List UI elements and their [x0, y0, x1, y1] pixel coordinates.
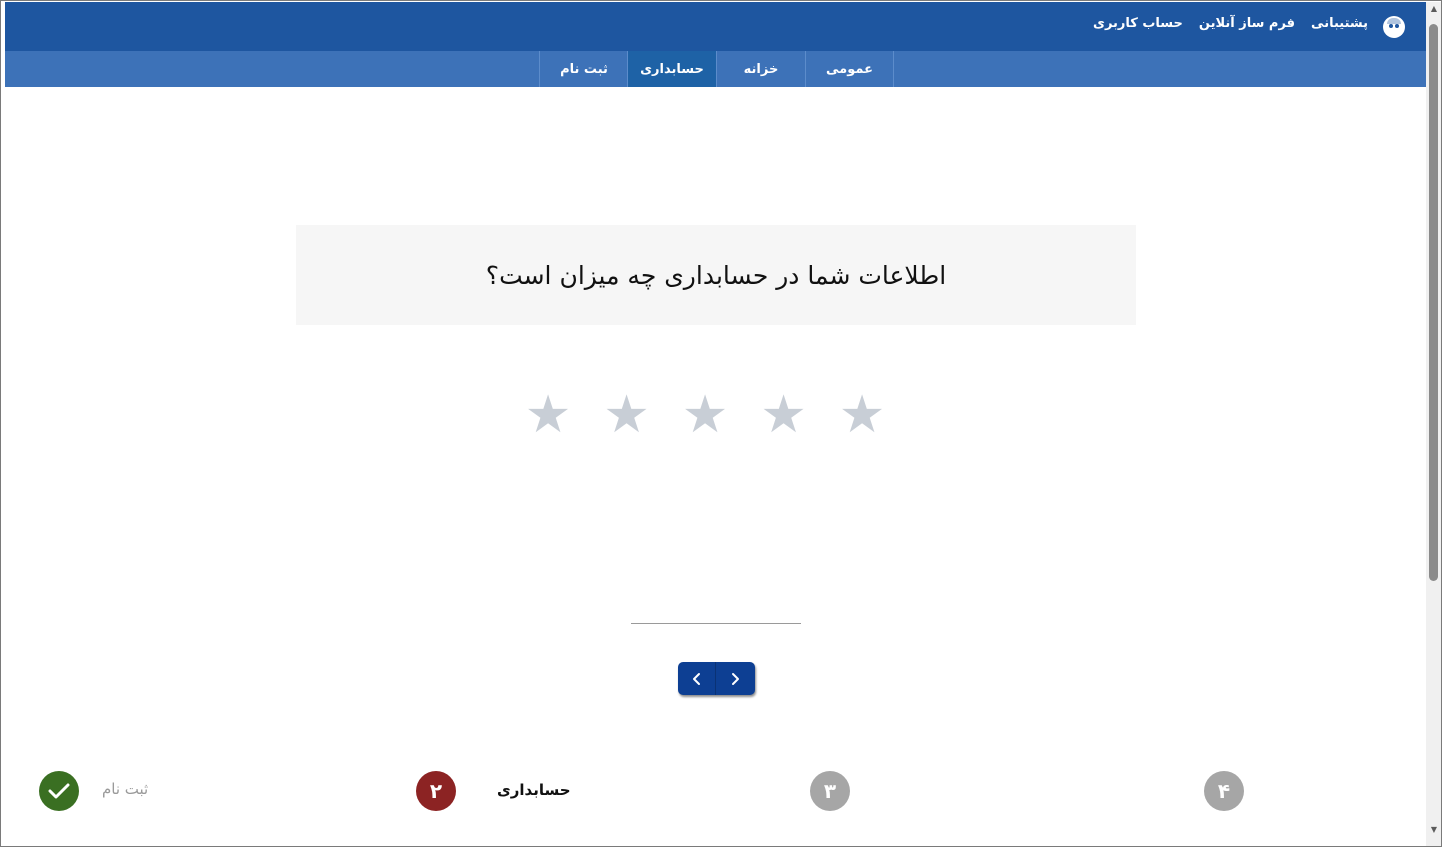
checkmark-icon — [48, 783, 70, 799]
top-header: حساب کاربری فرم ساز آنلاین پشتیبانی — [5, 2, 1426, 51]
chevron-left-icon — [692, 672, 700, 685]
navigation-buttons — [678, 662, 755, 695]
step-1-done — [39, 771, 79, 811]
scroll-up-icon[interactable]: ▲ — [1429, 4, 1439, 14]
star-icon-2[interactable]: ★ — [756, 387, 812, 443]
previous-button[interactable] — [678, 662, 716, 695]
user-avatar-icon[interactable] — [1383, 16, 1405, 38]
question-text: اطلاعات شما در حسابداری چه میزان است؟ — [485, 260, 947, 290]
star-icon-1[interactable]: ★ — [834, 387, 890, 443]
scroll-thumb[interactable] — [1429, 24, 1438, 581]
app-window: حساب کاربری فرم ساز آنلاین پشتیبانی عموم… — [0, 0, 1442, 847]
tab-accounting[interactable]: حسابداری — [627, 51, 716, 87]
question-panel: اطلاعات شما در حسابداری چه میزان است؟ — [296, 225, 1136, 325]
step-4-pending: ۴ — [1204, 771, 1244, 811]
step-1-label: ثبت نام — [102, 780, 149, 798]
tab-treasury[interactable]: خزانه — [716, 51, 805, 87]
divider-line — [631, 623, 801, 624]
step-2-current: ۲ — [416, 771, 456, 811]
star-icon-4[interactable]: ★ — [599, 387, 655, 443]
support-link[interactable]: پشتیبانی — [1311, 16, 1368, 31]
star-icon-3[interactable]: ★ — [677, 387, 733, 443]
header-links: حساب کاربری فرم ساز آنلاین پشتیبانی — [1093, 16, 1368, 31]
form-builder-link[interactable]: فرم ساز آنلاین — [1199, 16, 1295, 31]
vertical-scrollbar[interactable]: ▲ ▼ — [1426, 2, 1441, 846]
tab-bar: عمومی خزانه حسابداری ثبت نام — [5, 51, 1426, 87]
tab-register[interactable]: ثبت نام — [539, 51, 628, 87]
tab-general[interactable]: عمومی — [805, 51, 894, 87]
star-rating: ★ ★ ★ ★ ★ — [520, 387, 890, 443]
step-2-label: حسابداری — [497, 781, 571, 799]
chevron-right-icon — [732, 672, 739, 685]
star-icon-5[interactable]: ★ — [520, 387, 576, 443]
next-button[interactable] — [716, 662, 754, 695]
step-3-pending: ۳ — [810, 771, 850, 811]
account-link[interactable]: حساب کاربری — [1093, 16, 1183, 31]
scroll-down-icon[interactable]: ▼ — [1429, 825, 1439, 835]
